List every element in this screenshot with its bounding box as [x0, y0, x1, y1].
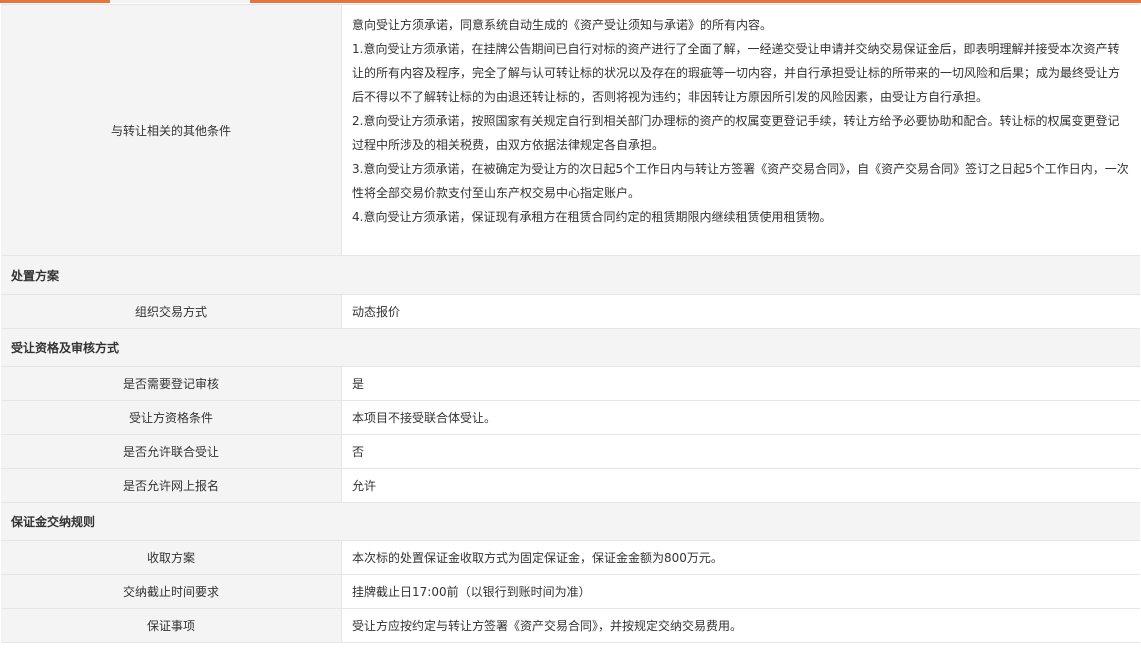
row-value: 允许: [342, 469, 1140, 502]
conditions-paragraph: 2.意向受让方须承诺，按照国家有关规定自行到相关部门办理标的资产的权属变更登记手…: [352, 114, 1120, 152]
row-value: 否: [342, 435, 1140, 468]
table-row: 受让方资格条件 本项目不接受联合体受让。: [1, 401, 1140, 435]
row-label: 是否允许联合受让: [1, 435, 342, 468]
table-row: 保证事项 受让方应按约定与转让方签署《资产交易合同》，并按规定交纳交易费用。: [1, 609, 1140, 643]
row-value: 动态报价: [342, 295, 1140, 328]
conditions-paragraph: 3.意向受让方须承诺，在被确定为受让方的次日起5个工作日内与转让方签署《资产交易…: [352, 162, 1129, 200]
row-label: 是否允许网上报名: [1, 469, 342, 502]
section-header-qualification: 受让资格及审核方式: [1, 329, 1140, 367]
conditions-paragraph: 1.意向受让方须承诺，在挂牌公告期间已自行对标的资产进行了全面了解，一经递交受让…: [352, 42, 1121, 104]
row-value: 本次标的处置保证金收取方式为固定保证金，保证金金额为800万元。: [342, 541, 1140, 574]
row-label: 交纳截止时间要求: [1, 575, 342, 608]
table-row: 是否允许联合受让 否: [1, 435, 1140, 469]
row-label: 受让方资格条件: [1, 401, 342, 434]
row-value: 挂牌截止日17:00前（以银行到账时间为准）: [342, 575, 1140, 608]
table-row: 是否需要登记审核 是: [1, 367, 1140, 401]
conditions-paragraph: 意向受让方须承诺，同意系统自动生成的《资产受让须知与承诺》的所有内容。: [352, 18, 773, 32]
table-row: 组织交易方式 动态报价: [1, 295, 1140, 329]
tab-strip-accent-right: [250, 0, 1141, 3]
row-label: 是否需要登记审核: [1, 367, 342, 400]
tab-strip-gap: [110, 0, 250, 3]
table-row: 交纳截止时间要求 挂牌截止日17:00前（以银行到账时间为准）: [1, 575, 1140, 609]
row-label: 组织交易方式: [1, 295, 342, 328]
row-value: 受让方应按约定与转让方签署《资产交易合同》，并按规定交纳交易费用。: [342, 609, 1140, 642]
table-row-conditions: 与转让相关的其他条件 意向受让方须承诺，同意系统自动生成的《资产受让须知与承诺》…: [1, 5, 1140, 256]
conditions-text: 意向受让方须承诺，同意系统自动生成的《资产受让须知与承诺》的所有内容。 1.意向…: [342, 5, 1140, 255]
table-row: 收取方案 本次标的处置保证金收取方式为固定保证金，保证金金额为800万元。: [1, 541, 1140, 575]
row-value: 本项目不接受联合体受让。: [342, 401, 1140, 434]
tab-strip-accent-left: [0, 0, 110, 3]
table-row: 是否允许网上报名 允许: [1, 469, 1140, 503]
row-label: 与转让相关的其他条件: [1, 5, 342, 255]
conditions-paragraph: 4.意向受让方须承诺，保证现有承租方在租赁合同约定的租赁期限内继续租赁使用租赁物…: [352, 210, 832, 224]
section-header-deposit: 保证金交纳规则: [1, 503, 1140, 541]
row-label: 保证事项: [1, 609, 342, 642]
row-value: 是: [342, 367, 1140, 400]
row-label: 收取方案: [1, 541, 342, 574]
section-header-disposal: 处置方案: [1, 256, 1140, 295]
info-table: 与转让相关的其他条件 意向受让方须承诺，同意系统自动生成的《资产受让须知与承诺》…: [1, 4, 1140, 643]
